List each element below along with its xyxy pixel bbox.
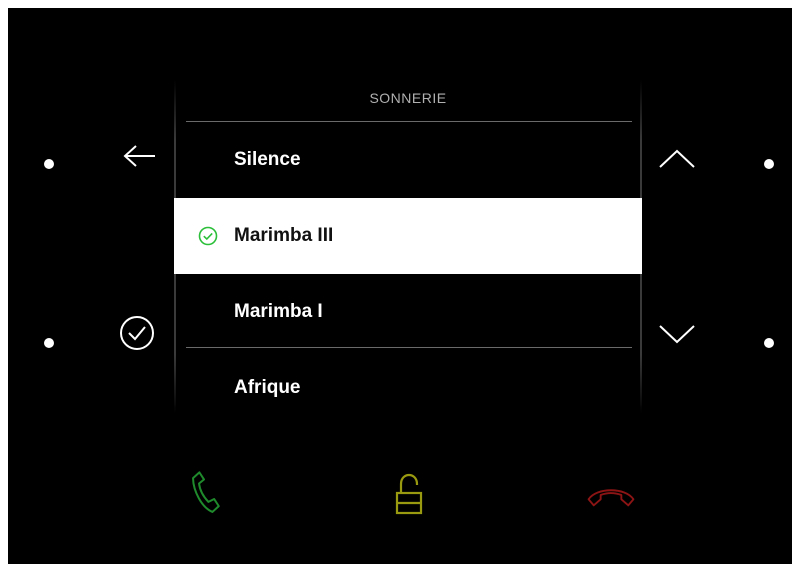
indicator-dot-left-bottom (44, 338, 54, 348)
list-item-label: Marimba III (234, 225, 334, 246)
chevron-down-icon (659, 325, 695, 344)
indicator-dot-left-top (44, 159, 54, 169)
padlock-open-icon (395, 473, 423, 515)
back-button[interactable] (118, 134, 162, 178)
intercom-screen: SONNERIE Silence Marimba III Marimba I A… (8, 8, 792, 564)
list-item-marimba-i[interactable]: Marimba I (174, 274, 642, 350)
list-item-silence[interactable]: Silence (174, 122, 642, 198)
answer-call-button[interactable] (180, 470, 230, 520)
scroll-down-button[interactable] (655, 312, 699, 356)
indicator-dot-right-bottom (764, 338, 774, 348)
list-item-label: Afrique (234, 377, 301, 398)
hang-up-button[interactable] (586, 470, 636, 520)
chevron-up-icon (659, 149, 695, 168)
list-item-marimba-iii[interactable]: Marimba III (174, 198, 642, 274)
confirm-check-icon (120, 316, 154, 350)
confirm-button[interactable] (115, 311, 159, 355)
ringtone-list: Silence Marimba III Marimba I Afrique (174, 122, 642, 426)
back-arrow-icon (123, 145, 155, 167)
menu-title: SONNERIE (369, 90, 447, 106)
phone-answer-icon (192, 471, 220, 513)
list-divider (186, 347, 632, 348)
list-item-label: Silence (234, 149, 301, 170)
list-fade (174, 403, 642, 419)
phone-hangup-icon (587, 489, 635, 507)
unlock-door-button[interactable] (384, 470, 434, 520)
scroll-up-button[interactable] (655, 136, 699, 180)
list-item-label: Marimba I (234, 301, 323, 322)
indicator-dot-right-top (764, 159, 774, 169)
selected-check-icon (198, 226, 218, 246)
